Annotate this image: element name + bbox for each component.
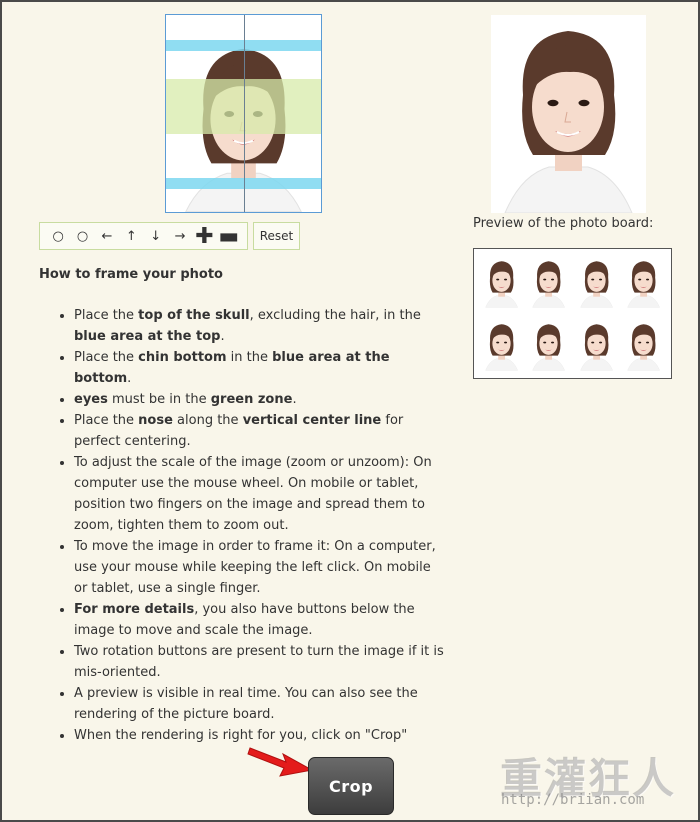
instruction-item: For more details, you also have buttons … <box>74 599 447 641</box>
watermark-url: http://briian.com <box>501 792 645 808</box>
red-arrow-icon <box>247 747 314 777</box>
vertical-center-line <box>244 15 245 212</box>
board-thumbnail <box>623 255 663 310</box>
instructions-list: Place the top of the skull, excluding th… <box>57 305 447 746</box>
board-thumbnail <box>529 255 569 310</box>
board-thumbnail <box>576 255 616 310</box>
photo-framing-editor[interactable] <box>165 14 322 213</box>
instruction-item: eyes must be in the green zone. <box>74 389 447 410</box>
instruction-item: To adjust the scale of the image (zoom o… <box>74 452 447 536</box>
rotate-left-button[interactable]: ○ <box>48 226 68 246</box>
instruction-item: Two rotation buttons are present to turn… <box>74 641 447 683</box>
board-thumbnail <box>529 317 569 372</box>
instruction-item: Place the chin bottom in the blue area a… <box>74 347 447 389</box>
rotate-right-button[interactable]: ○ <box>73 226 93 246</box>
photo-board <box>473 248 672 379</box>
board-thumbnail <box>482 317 522 372</box>
move-down-button[interactable]: ↓ <box>146 226 166 246</box>
watermark: 重灌狂人 http://briian.com <box>495 742 695 820</box>
instruction-item: Place the top of the skull, excluding th… <box>74 305 447 347</box>
reset-button[interactable]: Reset <box>253 222 300 250</box>
crop-button[interactable]: Crop <box>308 757 394 815</box>
zoom-in-button[interactable]: ✚ <box>194 224 214 249</box>
board-thumbnail <box>482 255 522 310</box>
move-right-button[interactable]: → <box>170 226 190 246</box>
preview-portrait <box>491 15 646 213</box>
move-left-button[interactable]: ← <box>97 226 117 246</box>
editor-controls: ○ ○ ← ↑ ↓ → ✚ ▬ <box>39 222 248 250</box>
move-up-button[interactable]: ↑ <box>121 226 141 246</box>
zoom-out-button[interactable]: ▬ <box>218 224 239 249</box>
board-thumbnail <box>576 317 616 372</box>
instruction-item: Place the nose along the vertical center… <box>74 410 447 452</box>
instruction-item: A preview is visible in real time. You c… <box>74 683 447 725</box>
instruction-item: To move the image in order to frame it: … <box>74 536 447 599</box>
preview-label: Preview of the photo board: <box>473 216 654 231</box>
page-frame: ○ ○ ← ↑ ↓ → ✚ ▬ Reset Preview of the pho… <box>0 0 700 822</box>
board-thumbnail <box>623 317 663 372</box>
instructions-heading: How to frame your photo <box>39 267 223 282</box>
photo-preview <box>491 15 646 213</box>
